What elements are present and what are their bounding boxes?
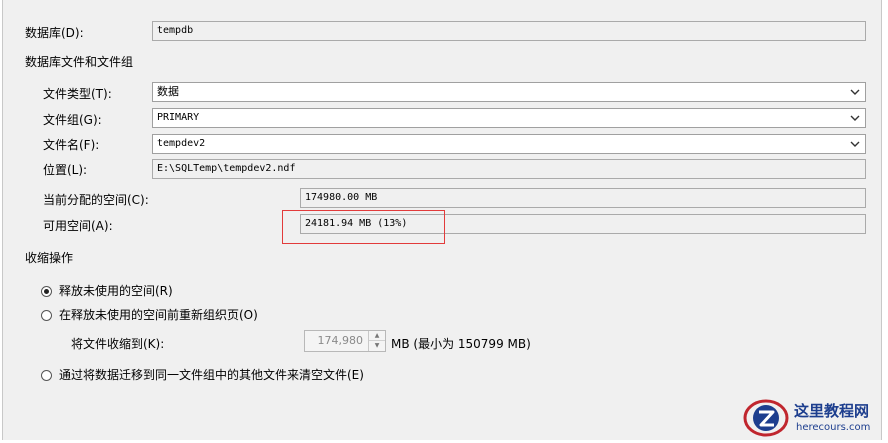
- chevron-down-icon[interactable]: [849, 112, 861, 124]
- chevron-down-icon[interactable]: [849, 138, 861, 150]
- available-space-field: 24181.94 MB (13%): [300, 214, 866, 234]
- shrink-section-title: 收缩操作: [25, 251, 74, 265]
- allocated-space-label: 当前分配的空间(C):: [43, 193, 149, 207]
- shrink-to-stepper[interactable]: 174,980 ▲ ▼: [304, 330, 386, 352]
- reorganize-pages-label[interactable]: 在释放未使用的空间前重新组织页(O): [59, 307, 258, 323]
- location-field: E:\SQLTemp\tempdev2.ndf: [152, 159, 866, 179]
- database-field: tempdb: [152, 21, 866, 41]
- empty-file-label[interactable]: 通过将数据迁移到同一文件组中的其他文件来清空文件(E): [59, 367, 364, 383]
- filegroup-select[interactable]: PRIMARY: [152, 108, 866, 128]
- stepper-up-icon[interactable]: ▲: [369, 331, 385, 341]
- allocated-space-field: 174980.00 MB: [300, 188, 866, 208]
- files-section-title: 数据库文件和文件组: [25, 55, 134, 69]
- chevron-down-icon[interactable]: [849, 86, 861, 98]
- file-name-value: tempdev2: [157, 138, 206, 149]
- file-type-select[interactable]: 数据: [152, 82, 866, 102]
- watermark-title: 这里教程网: [794, 402, 870, 420]
- filegroup-value: PRIMARY: [157, 112, 200, 123]
- available-space-label: 可用空间(A):: [43, 219, 113, 233]
- shrink-to-value: 174,980: [317, 334, 364, 347]
- filegroup-label: 文件组(G):: [43, 113, 102, 127]
- watermark-url: herecours.com: [796, 422, 871, 433]
- release-unused-radio[interactable]: [41, 286, 52, 297]
- stepper-down-icon[interactable]: ▼: [369, 341, 385, 351]
- shrink-to-suffix: MB (最小为 150799 MB): [391, 337, 531, 351]
- database-label: 数据库(D):: [25, 26, 84, 40]
- shrink-file-panel: 数据库(D): tempdb 数据库文件和文件组 文件类型(T): 数据 文件组…: [2, 0, 882, 440]
- file-name-label: 文件名(F):: [43, 138, 100, 152]
- watermark-logo: 这里教程网 herecours.com: [742, 396, 870, 443]
- release-unused-label[interactable]: 释放未使用的空间(R): [59, 283, 173, 299]
- shrink-to-label: 将文件收缩到(K):: [71, 337, 165, 351]
- stepper-buttons: ▲ ▼: [368, 331, 385, 351]
- empty-file-radio[interactable]: [41, 370, 52, 381]
- logo-icon: [743, 399, 789, 437]
- file-type-value: 数据: [157, 85, 179, 98]
- location-label: 位置(L):: [43, 163, 88, 177]
- file-type-label: 文件类型(T):: [43, 87, 112, 101]
- radio-selected-dot: [44, 289, 49, 294]
- file-name-select[interactable]: tempdev2: [152, 134, 866, 154]
- reorganize-pages-radio[interactable]: [41, 310, 52, 321]
